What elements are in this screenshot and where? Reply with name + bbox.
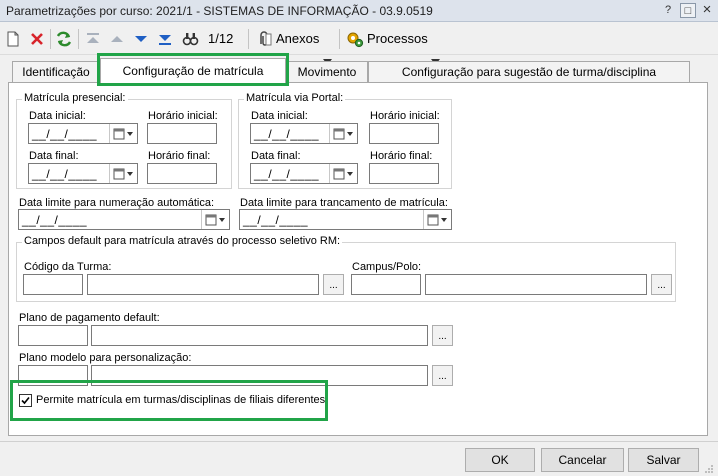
plano-modelo-lookup-button[interactable]: ... (432, 365, 453, 386)
date-mask: __/__/____ (254, 167, 320, 181)
calendar-icon (333, 168, 353, 180)
codigo-turma-lookup-button[interactable]: ... (323, 274, 344, 295)
paperclip-icon[interactable] (254, 29, 274, 49)
portal-horario-inicial-field[interactable] (369, 123, 439, 144)
plano-modelo-label: Plano modelo para personalização: (19, 352, 192, 364)
data-limite-trancamento-label: Data limite para trancamento de matrícul… (240, 197, 448, 209)
calendar-icon (205, 214, 225, 226)
portal-data-inicial-field[interactable]: __/__/____ (250, 123, 358, 144)
refresh-icon[interactable] (54, 29, 74, 49)
date-mask: __/__/____ (254, 127, 320, 141)
presencial-title: Matrícula presencial: (22, 92, 128, 104)
tab-movimento[interactable]: Movimento (286, 61, 368, 82)
plano-modelo-code-field[interactable] (18, 365, 88, 386)
calendar-icon (427, 214, 447, 226)
date-mask: __/__/____ (22, 213, 88, 227)
processos-menu[interactable]: Processos (367, 31, 428, 46)
presencial-horario-inicial-field[interactable] (147, 123, 217, 144)
data-limite-numeracao-field[interactable]: __/__/____ (18, 209, 230, 230)
plano-pagamento-description-field[interactable] (91, 325, 428, 346)
campus-polo-description-field[interactable] (425, 274, 647, 295)
close-button[interactable]: × (699, 2, 715, 18)
footer-divider (0, 441, 718, 442)
record-counter: 1/12 (208, 31, 234, 46)
date-mask: __/__/____ (32, 127, 98, 141)
portal-title: Matrícula via Portal: (244, 92, 346, 104)
calendar-icon (333, 128, 353, 140)
toolbar: 1/12 Anexos Processos (0, 23, 718, 65)
filiais-checkbox-label[interactable]: Permite matrícula em turmas/disciplinas … (36, 394, 325, 406)
data-limite-numeracao-label: Data limite para numeração automática: (19, 197, 215, 209)
calendar-icon (113, 168, 133, 180)
plano-modelo-description-field[interactable] (91, 365, 428, 386)
calendar-dropdown[interactable] (423, 210, 451, 229)
portal-horario-final-field[interactable] (369, 163, 439, 184)
plano-pagamento-lookup-button[interactable]: ... (432, 325, 453, 346)
calendar-dropdown[interactable] (329, 164, 357, 183)
last-record-icon[interactable] (155, 29, 175, 49)
gears-icon[interactable] (345, 29, 365, 49)
calendar-dropdown[interactable] (109, 124, 137, 143)
toolbar-separator (50, 29, 51, 49)
portal-data-final-label: Data final: (251, 150, 301, 162)
campus-polo-code-field[interactable] (351, 274, 421, 295)
toolbar-separator (339, 29, 340, 49)
help-button[interactable]: ? (660, 3, 676, 18)
previous-record-icon[interactable] (107, 29, 127, 49)
cancel-button[interactable]: Cancelar (541, 448, 624, 472)
goto-record-icon[interactable] (180, 29, 200, 49)
first-record-icon[interactable] (83, 29, 103, 49)
plano-pagamento-label: Plano de pagamento default: (19, 312, 160, 324)
calendar-dropdown[interactable] (201, 210, 229, 229)
delete-icon[interactable] (27, 29, 47, 49)
toolbar-separator (78, 29, 79, 49)
maximize-button[interactable]: □ (680, 3, 696, 18)
campus-polo-lookup-button[interactable]: ... (651, 274, 672, 295)
new-document-icon[interactable] (3, 29, 23, 49)
tab-configuracao-matricula[interactable]: Configuração de matrícula (100, 58, 286, 83)
calendar-icon (113, 128, 133, 140)
codigo-turma-label: Código da Turma: (24, 261, 112, 273)
checkmark-icon (21, 396, 30, 405)
codigo-turma-description-field[interactable] (87, 274, 319, 295)
window-title: Parametrizações por curso: 2021/1 - SIST… (6, 4, 433, 18)
presencial-data-inicial-label: Data inicial: (29, 110, 86, 122)
portal-data-final-field[interactable]: __/__/____ (250, 163, 358, 184)
presencial-horario-final-field[interactable] (147, 163, 217, 184)
campus-polo-label: Campus/Polo: (352, 261, 422, 273)
portal-horario-inicial-label: Horário inicial: (370, 110, 440, 122)
resize-grip-icon[interactable] (704, 464, 714, 474)
presencial-data-final-field[interactable]: __/__/____ (28, 163, 138, 184)
calendar-dropdown[interactable] (329, 124, 357, 143)
title-bar: Parametrizações por curso: 2021/1 - SIST… (0, 0, 718, 22)
anexos-menu[interactable]: Anexos (276, 31, 319, 46)
next-record-icon[interactable] (131, 29, 151, 49)
date-mask: __/__/____ (32, 167, 98, 181)
save-button[interactable]: Salvar (628, 448, 699, 472)
campos-default-title: Campos default para matrícula através do… (22, 235, 343, 247)
calendar-dropdown[interactable] (109, 164, 137, 183)
plano-pagamento-code-field[interactable] (18, 325, 88, 346)
toolbar-separator (248, 29, 249, 49)
filiais-checkbox[interactable] (19, 394, 32, 407)
data-limite-trancamento-field[interactable]: __/__/____ (239, 209, 452, 230)
portal-data-inicial-label: Data inicial: (251, 110, 308, 122)
ok-button[interactable]: OK (465, 448, 535, 472)
presencial-data-inicial-field[interactable]: __/__/____ (28, 123, 138, 144)
codigo-turma-code-field[interactable] (23, 274, 83, 295)
portal-horario-final-label: Horário final: (370, 150, 433, 162)
presencial-horario-inicial-label: Horário inicial: (148, 110, 218, 122)
date-mask: __/__/____ (243, 213, 309, 227)
presencial-horario-final-label: Horário final: (148, 150, 211, 162)
presencial-data-final-label: Data final: (29, 150, 79, 162)
tab-configuracao-sugestao[interactable]: Configuração para sugestão de turma/disc… (368, 61, 690, 82)
tab-identificacao[interactable]: Identificação (12, 61, 100, 82)
